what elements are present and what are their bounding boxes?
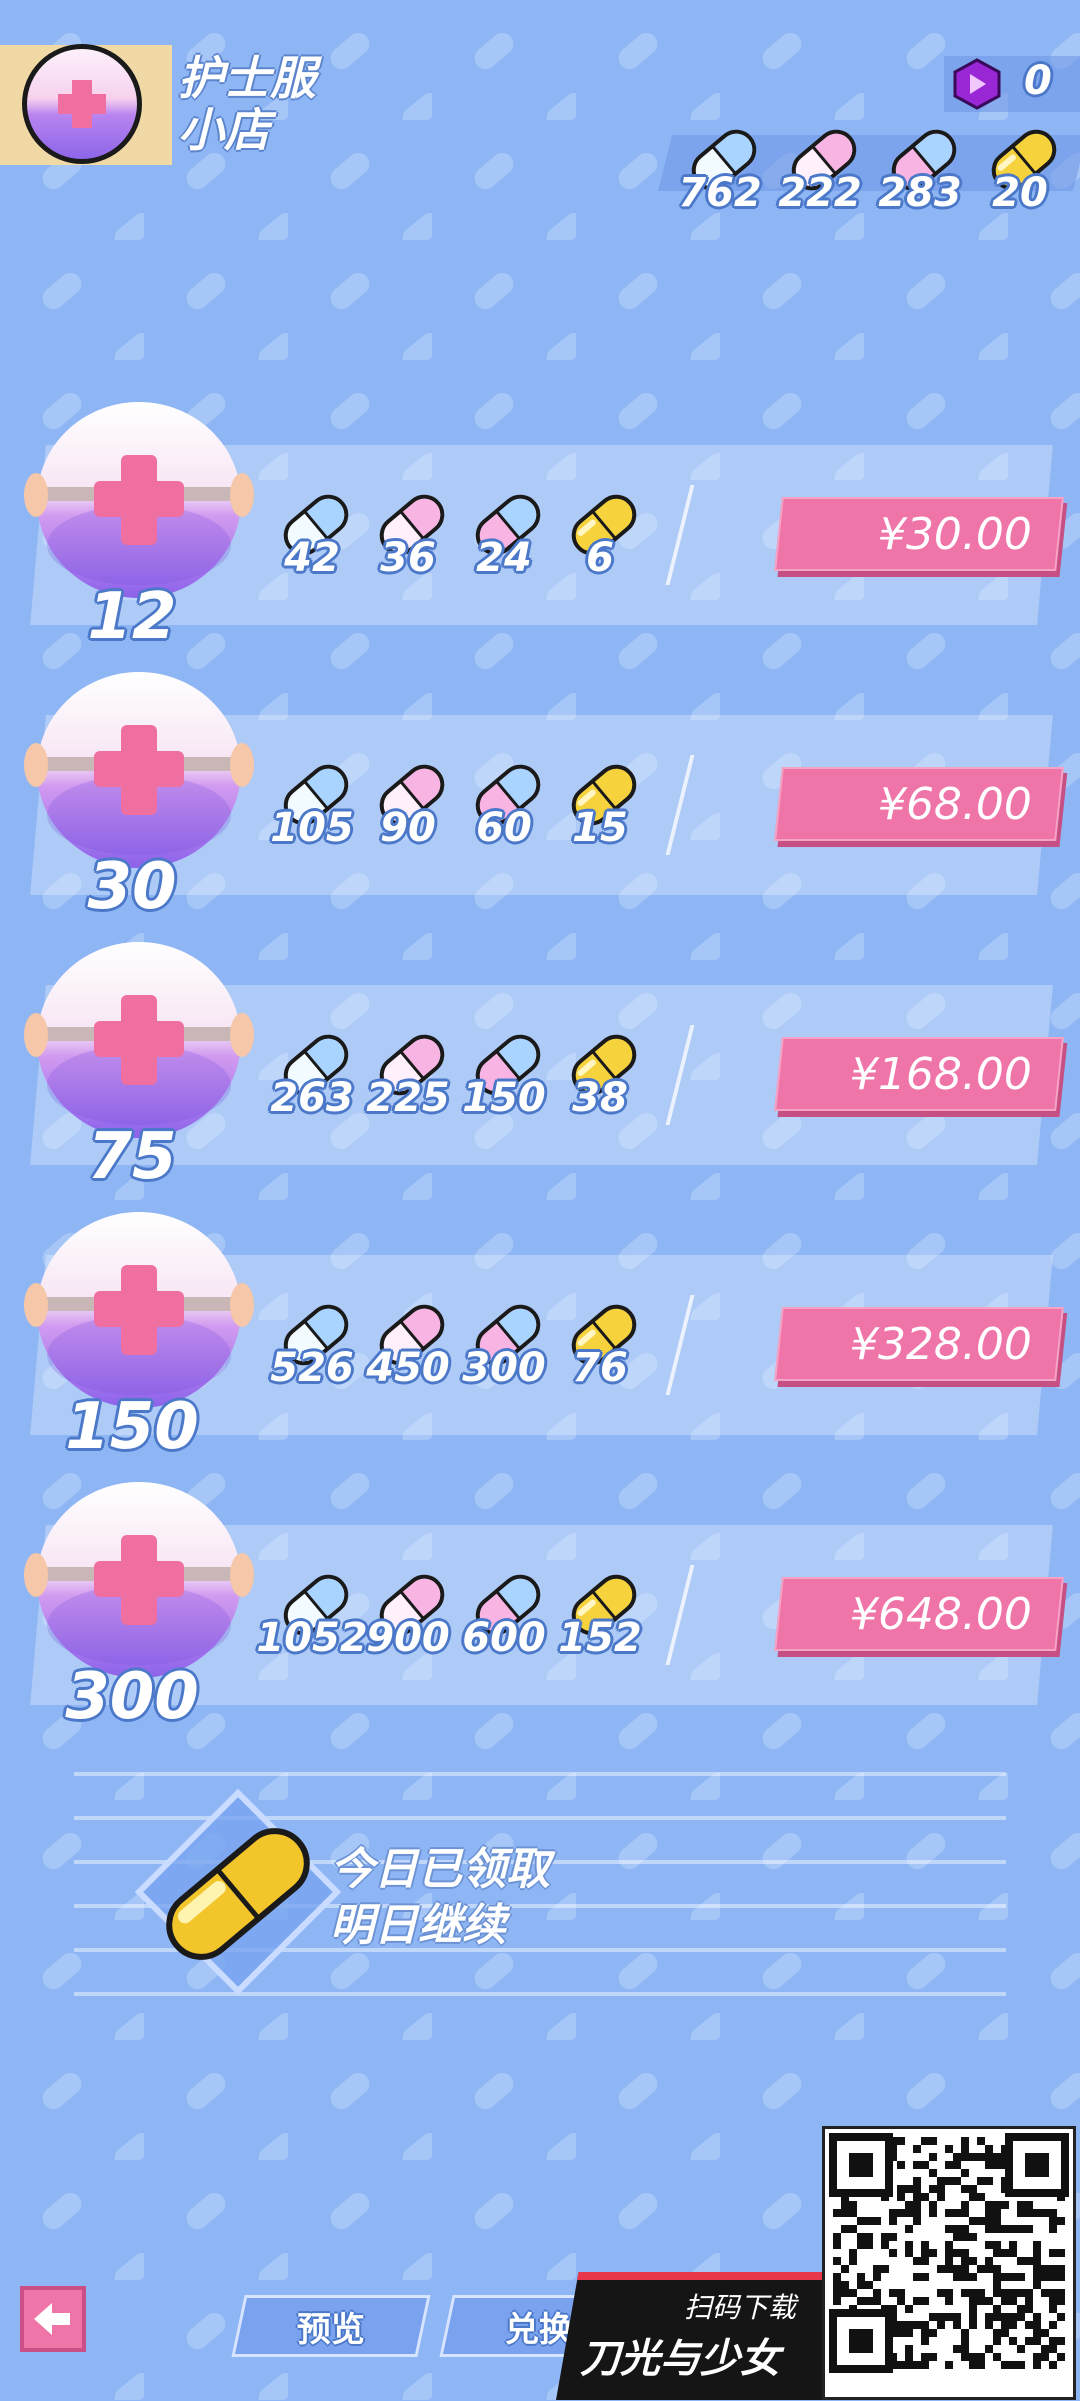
package-pink-pill: 36 — [368, 485, 448, 595]
qr-code-icon — [829, 2133, 1069, 2373]
nurse-cap-icon — [24, 395, 254, 609]
package-gold-count: 15 — [572, 805, 628, 851]
shop-title-line2: 小店 — [178, 103, 270, 157]
shop-title-line1: 护士服 — [178, 51, 316, 105]
daily-gold-pill-icon — [128, 1782, 348, 2002]
package-pinkblue-pill: 60 — [464, 755, 544, 865]
daily-claim-status: 今日已领取 明日继续 — [330, 1842, 550, 1954]
package-blue-pill: 105 — [270, 755, 354, 865]
promo-game-name: 刀光与少女 — [580, 2336, 780, 2382]
arrow-left-icon — [34, 2303, 70, 2335]
gem-count: 0 — [1024, 58, 1052, 104]
nurse-cap-icon — [24, 1205, 254, 1419]
shop-cap-icon — [18, 40, 146, 168]
preview-button[interactable]: 预览 — [231, 2295, 431, 2357]
inventory-pinkblue-pill: 283 — [878, 120, 962, 230]
package-gold-pill: 152 — [558, 1565, 642, 1675]
package-gold-count: 76 — [572, 1345, 628, 1391]
package-blue-pill: 42 — [272, 485, 352, 595]
package-blue-pill: 1052 — [256, 1565, 368, 1675]
package-cap-count: 150 — [65, 1390, 199, 1464]
package-pink-pill: 900 — [366, 1565, 450, 1675]
daily-line2: 明日继续 — [330, 1900, 506, 1951]
preview-label: 预览 — [297, 2309, 365, 2350]
promo-scan-text: 扫码下载 — [684, 2291, 797, 2324]
exchange-label: 兑换 — [505, 2309, 573, 2350]
shop-title: 护士服 小店 — [178, 52, 398, 156]
buy-button[interactable]: ¥328.00 — [774, 1307, 1064, 1381]
price-label: ¥68.00 — [878, 778, 1032, 830]
nurse-cap-icon — [24, 665, 254, 879]
buy-button[interactable]: ¥168.00 — [774, 1037, 1064, 1111]
package-gold-pill: 6 — [560, 485, 640, 595]
buy-button[interactable]: ¥68.00 — [774, 767, 1064, 841]
daily-line1: 今日已领取 — [330, 1844, 550, 1895]
background-pill-pattern — [0, 0, 1080, 2400]
package-pink-pill: 225 — [366, 1025, 450, 1135]
package-gold-count: 6 — [586, 535, 614, 581]
package-gold-count: 38 — [572, 1075, 628, 1121]
package-cap-count: 30 — [87, 850, 177, 924]
buy-button[interactable]: ¥30.00 — [774, 497, 1064, 571]
inventory-pink-pill: 222 — [778, 120, 862, 230]
package-gold-pill: 38 — [560, 1025, 640, 1135]
package-gold-pill: 15 — [560, 755, 640, 865]
nurse-cap-icon — [24, 1475, 254, 1689]
package-pinkblue-pill: 300 — [462, 1295, 546, 1405]
price-label: ¥168.00 — [850, 1048, 1032, 1100]
price-label: ¥328.00 — [850, 1318, 1032, 1370]
inventory: 762 222 283 20 — [670, 120, 1080, 230]
nurse-cap-icon — [24, 935, 254, 1149]
qr-code[interactable] — [822, 2126, 1076, 2400]
package-gold-pill: 76 — [560, 1295, 640, 1405]
buy-button[interactable]: ¥648.00 — [774, 1577, 1064, 1651]
price-label: ¥30.00 — [878, 508, 1032, 560]
package-cap-count: 300 — [65, 1660, 199, 1734]
inventory-blue-pill: 762 — [678, 120, 762, 230]
package-pink-pill: 450 — [366, 1295, 450, 1405]
package-blue-pill: 526 — [270, 1295, 354, 1405]
stripe-divider — [74, 1772, 1006, 1776]
package-blue-pill: 263 — [270, 1025, 354, 1135]
package-cap-count: 12 — [87, 580, 177, 654]
package-gold-count: 152 — [558, 1615, 642, 1661]
inventory-gold-pill: 20 — [980, 120, 1060, 230]
back-button[interactable] — [20, 2286, 86, 2352]
price-label: ¥648.00 — [850, 1588, 1032, 1640]
package-pinkblue-pill: 600 — [462, 1565, 546, 1675]
package-pinkblue-pill: 24 — [464, 485, 544, 595]
package-cap-count: 75 — [87, 1120, 177, 1194]
package-pinkblue-pill: 150 — [462, 1025, 546, 1135]
gem-icon — [952, 58, 1002, 110]
package-pink-pill: 90 — [368, 755, 448, 865]
inventory-gold-count: 20 — [992, 170, 1048, 216]
